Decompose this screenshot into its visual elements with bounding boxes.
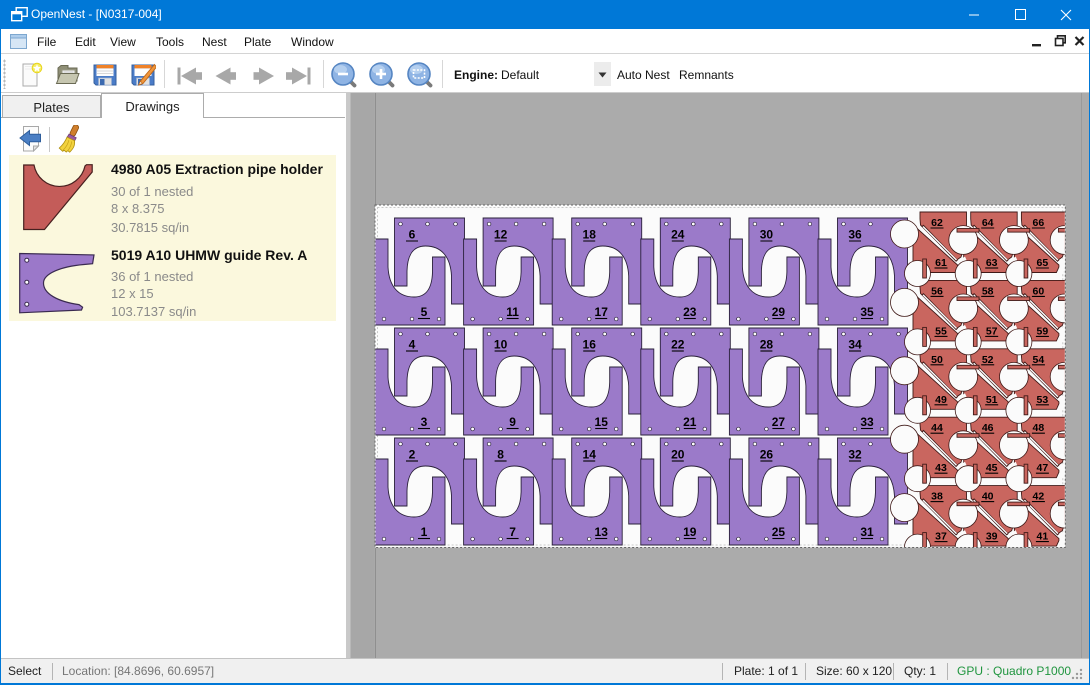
svg-text:27: 27 <box>772 415 786 429</box>
svg-text:41: 41 <box>1037 531 1049 543</box>
svg-text:23: 23 <box>683 305 697 319</box>
svg-text:28: 28 <box>760 338 774 352</box>
svg-text:50: 50 <box>931 354 943 366</box>
svg-text:12: 12 <box>494 228 508 242</box>
svg-text:58: 58 <box>982 285 994 297</box>
svg-text:10: 10 <box>494 338 508 352</box>
svg-text:31: 31 <box>860 525 874 539</box>
svg-text:7: 7 <box>509 525 516 539</box>
svg-text:45: 45 <box>986 462 998 474</box>
svg-text:49: 49 <box>935 394 947 406</box>
svg-text:29: 29 <box>772 305 786 319</box>
svg-text:59: 59 <box>1037 325 1049 337</box>
svg-text:43: 43 <box>935 462 947 474</box>
svg-text:3: 3 <box>421 415 428 429</box>
svg-text:5: 5 <box>421 305 428 319</box>
svg-text:24: 24 <box>671 228 685 242</box>
svg-text:39: 39 <box>986 531 998 543</box>
svg-text:56: 56 <box>931 285 943 297</box>
svg-text:8: 8 <box>497 448 504 462</box>
svg-text:40: 40 <box>982 491 994 503</box>
svg-text:37: 37 <box>935 531 947 543</box>
svg-text:61: 61 <box>935 257 947 269</box>
svg-text:36: 36 <box>848 228 862 242</box>
svg-text:14: 14 <box>583 448 597 462</box>
svg-text:51: 51 <box>986 394 998 406</box>
svg-text:35: 35 <box>860 305 874 319</box>
svg-text:46: 46 <box>982 422 994 434</box>
svg-text:19: 19 <box>683 525 697 539</box>
svg-text:18: 18 <box>583 228 597 242</box>
svg-text:4: 4 <box>409 338 416 352</box>
svg-text:42: 42 <box>1033 491 1045 503</box>
svg-text:52: 52 <box>982 354 994 366</box>
svg-text:64: 64 <box>982 217 994 229</box>
svg-text:21: 21 <box>683 415 697 429</box>
svg-text:9: 9 <box>509 415 516 429</box>
svg-text:38: 38 <box>931 491 943 503</box>
svg-text:33: 33 <box>860 415 874 429</box>
svg-text:34: 34 <box>848 338 862 352</box>
svg-text:48: 48 <box>1033 422 1045 434</box>
svg-text:30: 30 <box>760 228 774 242</box>
svg-text:22: 22 <box>671 338 685 352</box>
svg-text:47: 47 <box>1037 462 1049 474</box>
svg-text:44: 44 <box>931 422 943 434</box>
svg-text:16: 16 <box>583 338 597 352</box>
svg-text:66: 66 <box>1033 217 1045 229</box>
svg-text:11: 11 <box>506 305 519 319</box>
svg-text:57: 57 <box>986 325 998 337</box>
svg-text:55: 55 <box>935 325 947 337</box>
svg-text:63: 63 <box>986 257 998 269</box>
svg-text:25: 25 <box>772 525 786 539</box>
svg-text:60: 60 <box>1033 285 1045 297</box>
svg-text:54: 54 <box>1033 354 1045 366</box>
svg-text:2: 2 <box>409 448 416 462</box>
svg-text:53: 53 <box>1037 394 1049 406</box>
svg-text:65: 65 <box>1037 257 1049 269</box>
svg-text:32: 32 <box>848 448 862 462</box>
svg-text:15: 15 <box>595 415 609 429</box>
svg-text:17: 17 <box>595 305 609 319</box>
svg-text:20: 20 <box>671 448 685 462</box>
svg-text:6: 6 <box>409 228 416 242</box>
svg-text:62: 62 <box>931 217 943 229</box>
svg-text:1: 1 <box>421 525 428 539</box>
svg-text:26: 26 <box>760 448 774 462</box>
svg-text:13: 13 <box>595 525 609 539</box>
